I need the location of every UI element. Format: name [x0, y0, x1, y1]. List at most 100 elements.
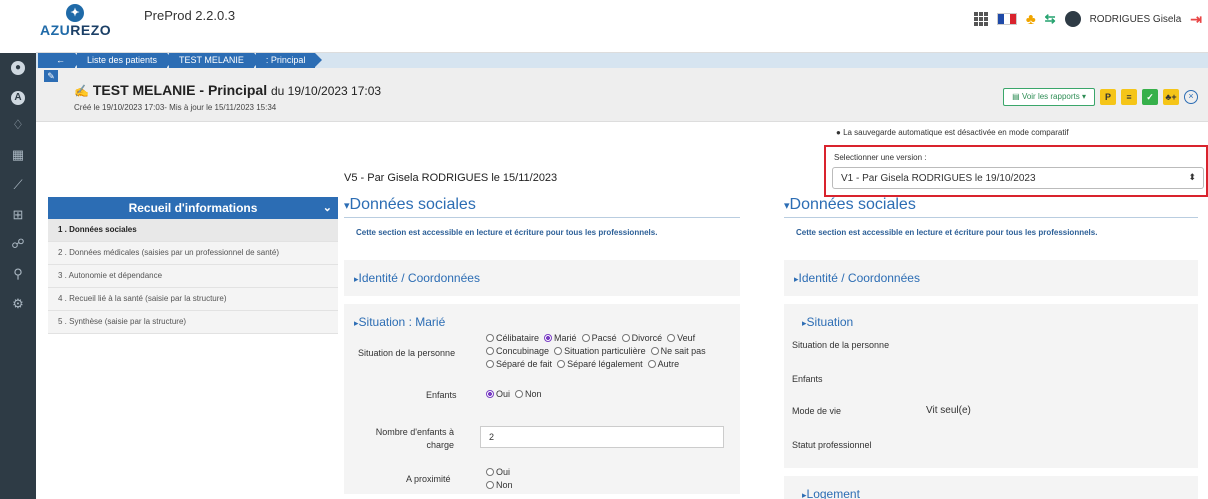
top-header: ✦ AZUREZO PreProd 2.2.0.3 ♣ ⇆ RODRIGUES … [36, 0, 1208, 53]
compare-housing-title: ▸Logement [802, 487, 860, 499]
breadcrumb-patient[interactable]: TEST MELANIE [169, 53, 261, 68]
document-title-date: du 19/10/2023 17:03 [270, 84, 382, 98]
radio-children-no[interactable] [515, 390, 524, 398]
compare-section-title[interactable]: ▾Données sociales [784, 196, 1198, 218]
children-label: Enfants [426, 390, 457, 400]
radio-autre[interactable] [647, 360, 656, 368]
compare-job-label: Statut professionnel [792, 440, 872, 450]
situation-label: Situation de la personne [358, 348, 456, 358]
version-select[interactable]: V1 - Par Gisela RODRIGUES le 19/10/2023 … [832, 167, 1204, 189]
validate-action-button[interactable]: ✓ [1142, 89, 1158, 105]
version-selector-box: Selectionner une version : V1 - Par Gise… [824, 145, 1208, 197]
radio-proximity-no[interactable] [486, 481, 494, 489]
radio-separe-de-fait[interactable] [486, 360, 494, 368]
section-nav-header[interactable]: Recueil d'informations ⌄ [48, 197, 338, 219]
calendar-icon[interactable]: ▦ [0, 147, 36, 163]
nav-item-autonomy[interactable]: 3 . Autonomie et dépendance [48, 265, 338, 288]
chart-icon[interactable]: ⟋ [0, 177, 36, 193]
identity-block[interactable]: ▸Identité / Coordonnées [344, 260, 740, 296]
breadcrumb-current: : Principal [255, 53, 322, 68]
user-name[interactable]: RODRIGUES Gisela [1090, 14, 1182, 25]
radio-children-yes[interactable] [486, 390, 494, 398]
nav-item-medical[interactable]: 2 . Données médicales (saisies par un pr… [48, 242, 338, 265]
edit-corner-icon[interactable]: ✎ [44, 70, 58, 82]
section-nav: Recueil d'informations ⌄ 1 . Données soc… [48, 197, 338, 334]
radio-divorce[interactable] [621, 334, 630, 342]
info-icon: ● [836, 128, 844, 137]
list-action-button[interactable]: ≡ [1121, 89, 1137, 105]
page-title: ✍ TEST MELANIE - Principal du 19/10/2023… [74, 82, 381, 98]
notification-bell-icon[interactable]: ♣ [1026, 11, 1036, 28]
radio-concubinage[interactable] [486, 347, 494, 355]
compare-situation-title[interactable]: ▸Situation [784, 304, 1198, 329]
proximity-radio-group: Oui Non [486, 466, 513, 492]
users-icon[interactable]: ☍ [0, 236, 36, 252]
gear-icon[interactable]: ⚙ [0, 296, 36, 312]
current-version-label: V5 - Par Gisela RODRIGUES le 15/11/2023 [344, 172, 558, 184]
title-actions: ▤ Voir les rapports ▾ P ≡ ✓ ♣+ × [1003, 88, 1198, 106]
compare-identity-title: ▸Identité / Coordonnées [794, 271, 920, 285]
compare-situation-label: Situation de la personne [792, 340, 890, 350]
azurezo-icon[interactable]: A [0, 88, 36, 105]
table-icon[interactable]: ⊞ [0, 207, 36, 223]
org-icon[interactable]: ⚲ [0, 266, 36, 282]
current-version-column: ▾Données sociales Cette section est acce… [344, 196, 740, 494]
situation-title[interactable]: ▸Situation : Marié [344, 304, 740, 329]
version-select-label: Selectionner une version : [834, 153, 927, 162]
proximity-label: A proximité [406, 474, 451, 484]
view-reports-button[interactable]: ▤ Voir les rapports ▾ [1003, 88, 1095, 106]
section-access-info: Cette section est accessible en lecture … [356, 228, 658, 237]
radio-ne-sait-pas[interactable] [650, 347, 659, 355]
compare-situation-block: ▸Situation Situation de la personne Enfa… [784, 304, 1198, 468]
team-icon[interactable]: ⇆ [1045, 11, 1056, 27]
breadcrumb-bar: ← Liste des patients TEST MELANIE : Prin… [36, 53, 1208, 68]
sidebar-top-strip [0, 0, 36, 53]
document-meta: Créé le 19/10/2023 17:03- Mis à jour le … [74, 103, 277, 112]
radio-marie[interactable] [544, 334, 553, 342]
compare-children-label: Enfants [792, 374, 823, 384]
p-action-button[interactable]: P [1100, 89, 1116, 105]
radio-situation-particuliere[interactable] [554, 347, 563, 355]
compare-living-value: Vit seul(e) [926, 405, 971, 416]
section-title[interactable]: ▾Données sociales [344, 196, 740, 218]
nav-item-health[interactable]: 4 . Recueil lié à la santé (saisie par l… [48, 288, 338, 311]
breadcrumb-patients[interactable]: Liste des patients [77, 53, 175, 68]
user-icon[interactable]: ● [0, 58, 36, 75]
close-icon[interactable]: × [1184, 90, 1198, 104]
identity-title: ▸Identité / Coordonnées [354, 271, 480, 285]
radio-pacse[interactable] [581, 334, 590, 342]
document-title: TEST MELANIE - Principal [92, 82, 268, 98]
children-count-input[interactable]: 2 [480, 426, 724, 448]
auto-save-note: ● La sauvegarde automatique est désactiv… [836, 128, 1069, 137]
compare-section-access-info: Cette section est accessible en lecture … [796, 228, 1098, 237]
azurezo-logo[interactable]: ✦ AZUREZO [40, 4, 112, 50]
breadcrumb-back[interactable]: ← [38, 53, 82, 68]
app-version: PreProd 2.2.0.3 [144, 8, 236, 23]
radio-separe-legalement[interactable] [557, 360, 566, 368]
chevron-down-icon: ⌄ [322, 202, 332, 214]
nav-item-social[interactable]: 1 . Données sociales [48, 219, 338, 242]
situation-radio-group: Célibataire Marié Pacsé Divorcé Veuf Con… [486, 332, 706, 371]
children-radio-group: Oui Non [486, 388, 542, 401]
french-flag-icon[interactable] [996, 13, 1017, 25]
radio-veuf[interactable] [667, 334, 676, 342]
radio-proximity-yes[interactable] [486, 468, 494, 476]
compared-version-column: ▾Données sociales Cette section est acce… [784, 196, 1198, 499]
nav-item-synthesis[interactable]: 5 . Synthèse (saisie par la structure) [48, 311, 338, 334]
edit-pencil-icon: ✍ [74, 84, 89, 98]
user-avatar-icon[interactable] [1064, 11, 1081, 27]
add-alert-button[interactable]: ♣+ [1163, 89, 1179, 105]
compare-living-label: Mode de vie [792, 406, 842, 416]
report-icon: ▤ [1012, 92, 1022, 101]
radio-celibataire[interactable] [486, 334, 494, 342]
situation-block: ▸Situation : Marié Situation de la perso… [344, 304, 740, 494]
app-sidebar: ● A ♢ ▦ ⟋ ⊞ ☍ ⚲ ⚙ [0, 0, 36, 499]
logout-icon[interactable]: ⇥ [1190, 11, 1202, 28]
apps-grid-icon[interactable] [973, 12, 988, 26]
bell-icon[interactable]: ♢ [0, 117, 36, 133]
logo-word: AZUREZO [40, 22, 112, 38]
select-arrows-icon: ⬍ [1188, 172, 1196, 182]
compare-housing-block[interactable]: ▸Logement [784, 476, 1198, 499]
children-count-label: Nombre d'enfants à charge [375, 427, 454, 450]
compare-identity-block[interactable]: ▸Identité / Coordonnées [784, 260, 1198, 296]
